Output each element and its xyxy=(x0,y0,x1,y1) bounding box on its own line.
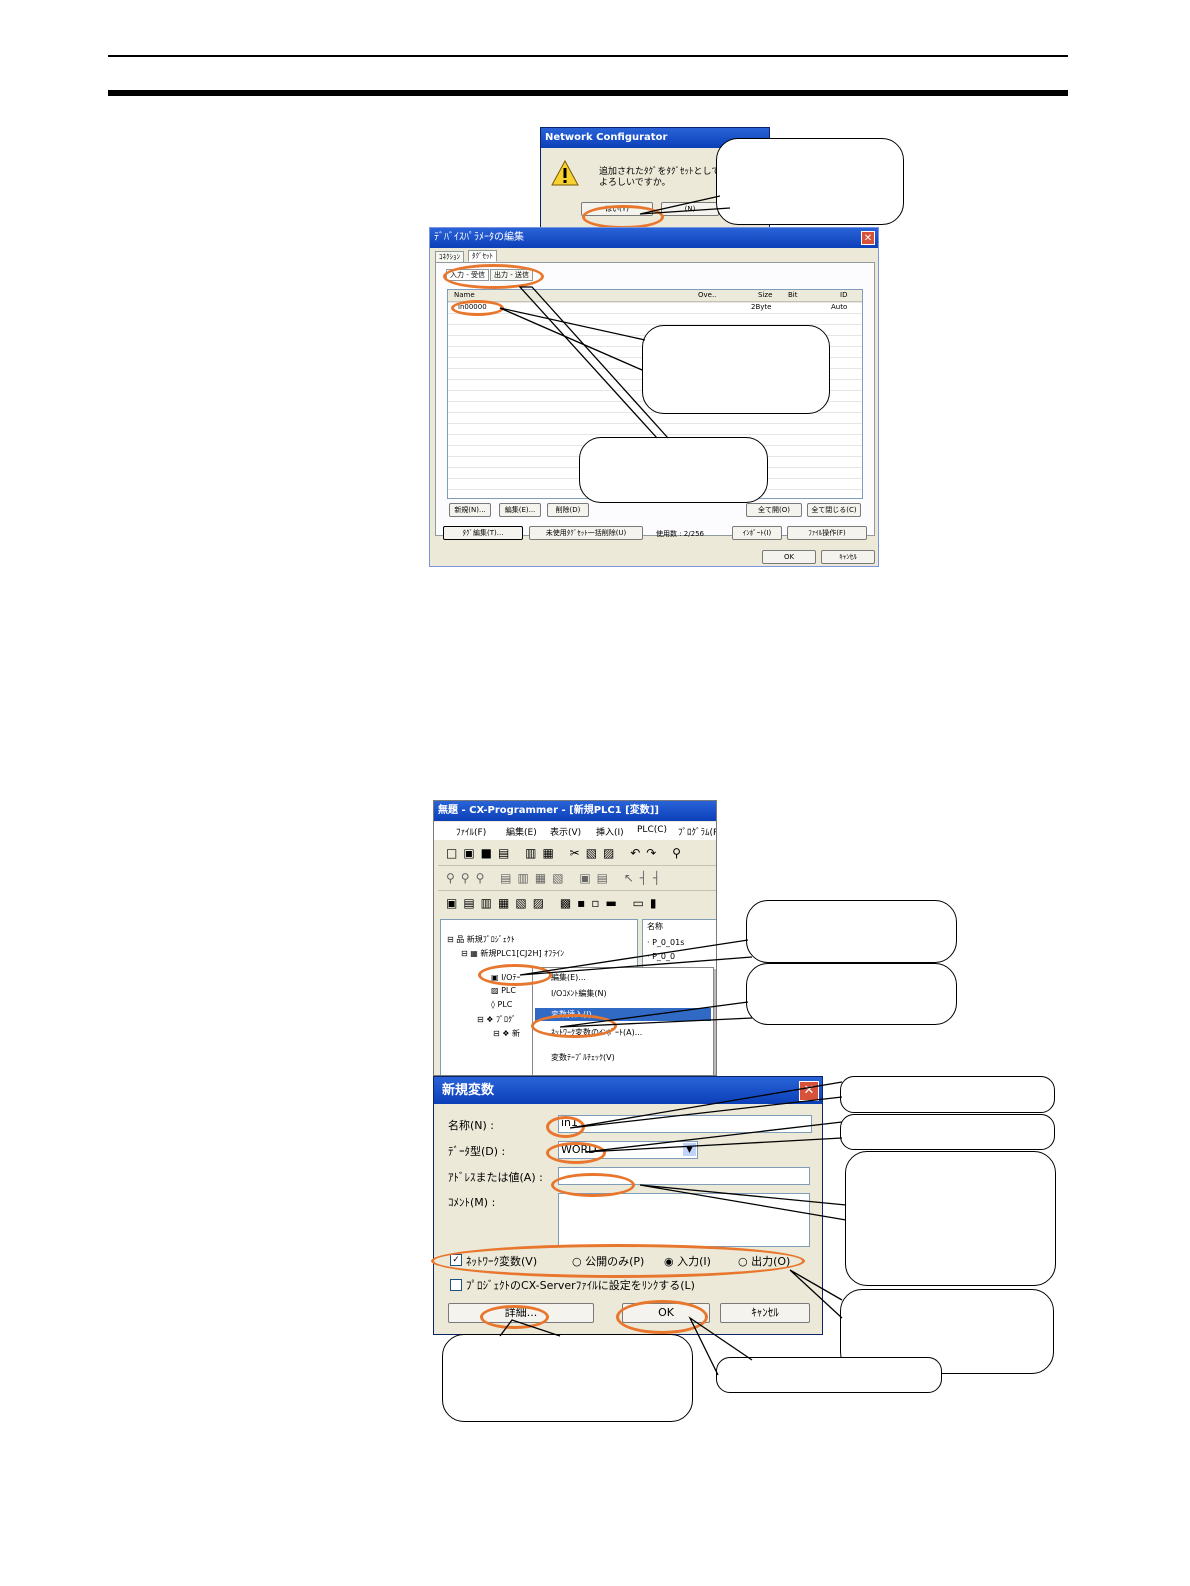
col-name: Name xyxy=(454,291,475,299)
header-rule-thick xyxy=(108,90,1068,96)
list-header: 名称 xyxy=(647,922,663,931)
menu-edit[interactable]: 編集(E) xyxy=(506,825,537,838)
header-rule-thin xyxy=(108,55,1068,57)
no-button[interactable]: (N) xyxy=(661,202,719,216)
tag-edit-button[interactable]: ﾀｸﾞ編集(T)... xyxy=(443,526,523,540)
new-button[interactable]: 新規(N)... xyxy=(449,503,491,517)
highlight-import-menu xyxy=(531,1014,617,1038)
program-icon: ❖ xyxy=(486,1015,494,1024)
delete-button[interactable]: 削除(D) xyxy=(547,503,589,517)
callout-name xyxy=(840,1076,1055,1113)
new-variable-title: 新規変数 xyxy=(434,1077,822,1104)
highlight-network-variable xyxy=(431,1244,805,1278)
menu-file[interactable]: ﾌｧｲﾙ(F) xyxy=(456,825,486,838)
plc-icon: ▦ xyxy=(470,949,478,958)
edit-button[interactable]: 編集(E)... xyxy=(499,503,541,517)
app-title: 無題 - CX-Programmer - [新規PLC1 [変数]] xyxy=(434,801,716,821)
editor-title: ﾃﾞﾊﾞｲｽﾊﾟﾗﾒｰﾀの編集 xyxy=(430,228,878,248)
cancel-button[interactable]: ｷｬﾝｾﾙ xyxy=(821,550,875,564)
file-ops-button[interactable]: ﾌｧｲﾙ操作(F) xyxy=(787,526,867,540)
label-comment: ｺﾒﾝﾄ(M) : xyxy=(448,1196,496,1209)
tree-new[interactable]: ⊟ ❖ 新 xyxy=(493,1028,520,1039)
plc-icon: ▨ xyxy=(491,986,499,995)
toolbar-icons-1[interactable]: □▣■▤ ▥▦ ✂▧▨ ↶↷ ⚲ xyxy=(446,846,687,860)
list-item[interactable]: · P_0_0 xyxy=(647,952,675,961)
col-id: ID xyxy=(840,291,848,299)
label-name: 名称(N) : xyxy=(448,1119,495,1132)
label-data-type: ﾃﾞｰﾀ型(D) : xyxy=(448,1145,506,1158)
tag-row-size: 2Byte xyxy=(751,303,772,311)
warning-icon xyxy=(551,160,579,186)
link-label: ﾌﾟﾛｼﾞｪｸﾄのCX-Serverﾌｧｲﾙに設定をﾘﾝｸする(L) xyxy=(466,1279,695,1292)
toolbar-1: □▣■▤ ▥▦ ✂▧▨ ↶↷ ⚲ xyxy=(438,843,716,866)
highlight-tag-row xyxy=(451,300,504,316)
callout-subtabs xyxy=(579,437,768,503)
callout-confirm xyxy=(716,138,904,225)
import-button[interactable]: ｲﾝﾎﾟｰﾄ(I) xyxy=(732,526,782,540)
callout-ok xyxy=(716,1357,942,1393)
menu-item-io-comment[interactable]: I/Oｺﾒﾝﾄ編集(N) xyxy=(551,988,607,999)
chevron-down-icon[interactable]: ▼ xyxy=(683,1143,696,1156)
highlight-data-type xyxy=(546,1142,606,1164)
menu-program[interactable]: ﾌﾟﾛｸﾞﾗﾑ(P) xyxy=(678,825,716,838)
col-bit: Bit xyxy=(788,291,798,299)
close-icon[interactable]: ✕ xyxy=(799,1081,819,1101)
callout-io-table xyxy=(746,900,957,963)
col-ove: Ove.. xyxy=(698,291,717,299)
toolbar-2: ⚲⚲⚲ ▤▥▦▧ ▣▤ ↖┤┤ xyxy=(438,868,716,891)
highlight-yes-button xyxy=(582,205,664,229)
highlight-subtabs xyxy=(443,264,544,289)
menu-item-edit[interactable]: 編集(E)... xyxy=(551,972,586,983)
menu-plc[interactable]: PLC(C) xyxy=(637,825,667,835)
menu-bar: ﾌｧｲﾙ(F) 編集(E) 表示(V) 挿入(I) PLC(C) ﾌﾟﾛｸﾞﾗﾑ… xyxy=(434,822,716,840)
tree-project-icon: 品 xyxy=(456,935,465,944)
ok-button[interactable]: OK xyxy=(762,550,816,564)
new-variable-dialog: 新規変数 ✕ 名称(N) : ﾃﾞｰﾀ型(D) : ｱﾄﾞﾚｽまたは値(A) :… xyxy=(433,1076,823,1335)
highlight-detail-button xyxy=(480,1305,549,1329)
menu-view[interactable]: 表示(V) xyxy=(550,825,581,838)
callout-data-type xyxy=(840,1114,1055,1150)
col-size: Size xyxy=(758,291,773,299)
confirm-message-line2: よろしいですか。 xyxy=(599,178,671,188)
tree-program[interactable]: ⊟ ❖ ﾌﾟﾛｸﾞ xyxy=(477,1014,516,1025)
toolbar-icons-2[interactable]: ⚲⚲⚲ ▤▥▦▧ ▣▤ ↖┤┤ xyxy=(446,871,666,885)
callout-import-menu xyxy=(746,963,957,1025)
highlight-address xyxy=(551,1173,635,1197)
link-setting-row: ﾌﾟﾛｼﾞｪｸﾄのCX-Serverﾌｧｲﾙに設定をﾘﾝｸする(L) xyxy=(448,1277,808,1293)
menu-insert[interactable]: 挿入(I) xyxy=(596,825,624,838)
tag-row-id: Auto xyxy=(831,303,848,311)
highlight-io-table xyxy=(478,964,552,986)
tab-tagset[interactable]: ﾀｸﾞｾｯﾄ xyxy=(468,250,497,262)
usage-count: 使用数 : 2/256 xyxy=(656,530,704,538)
link-checkbox[interactable] xyxy=(450,1279,462,1291)
callout-tag-row xyxy=(642,325,830,414)
callout-address xyxy=(845,1151,1056,1286)
comment-field[interactable] xyxy=(558,1193,810,1247)
unused-tagset-delete-button[interactable]: 未使用ﾀｸﾞｾｯﾄ一括削除(U) xyxy=(529,526,643,540)
cancel-button[interactable]: ｷｬﾝｾﾙ xyxy=(720,1303,810,1323)
highlight-ok-button xyxy=(616,1300,708,1334)
list-item[interactable]: · P_0_01s xyxy=(647,938,684,947)
highlight-name-field xyxy=(546,1116,585,1138)
tree-plc[interactable]: ⊟ ▦ 新規PLC1[CJ2H] ｵﾌﾗｲﾝ xyxy=(461,948,564,959)
toolbar-3: ▣▤▥▦▧▨ ▩▪▫▬ ▭▮ xyxy=(438,893,716,915)
expand-all-button[interactable]: 全て開(O) xyxy=(746,503,802,517)
callout-detail xyxy=(442,1334,693,1422)
collapse-all-button[interactable]: 全て閉じる(C) xyxy=(807,503,861,517)
tag-table-header xyxy=(448,290,862,302)
plc-icon: ◊ xyxy=(491,1000,495,1009)
close-icon[interactable]: ✕ xyxy=(861,231,875,245)
label-address: ｱﾄﾞﾚｽまたは値(A) : xyxy=(448,1171,543,1184)
tree-plc-2[interactable]: ▨ PLC xyxy=(491,986,516,995)
tree-plc-3[interactable]: ◊ PLC xyxy=(491,1000,512,1009)
program-icon: ❖ xyxy=(502,1029,510,1038)
toolbar-icons-3[interactable]: ▣▤▥▦▧▨ ▩▪▫▬ ▭▮ xyxy=(446,896,663,910)
tree-project[interactable]: ⊟ 品 新規ﾌﾟﾛｼﾞｪｸﾄ xyxy=(447,934,515,945)
menu-item-check[interactable]: 変数ﾃｰﾌﾞﾙﾁｪｯｸ(V) xyxy=(551,1052,615,1063)
name-field[interactable]: in1 xyxy=(558,1115,812,1133)
